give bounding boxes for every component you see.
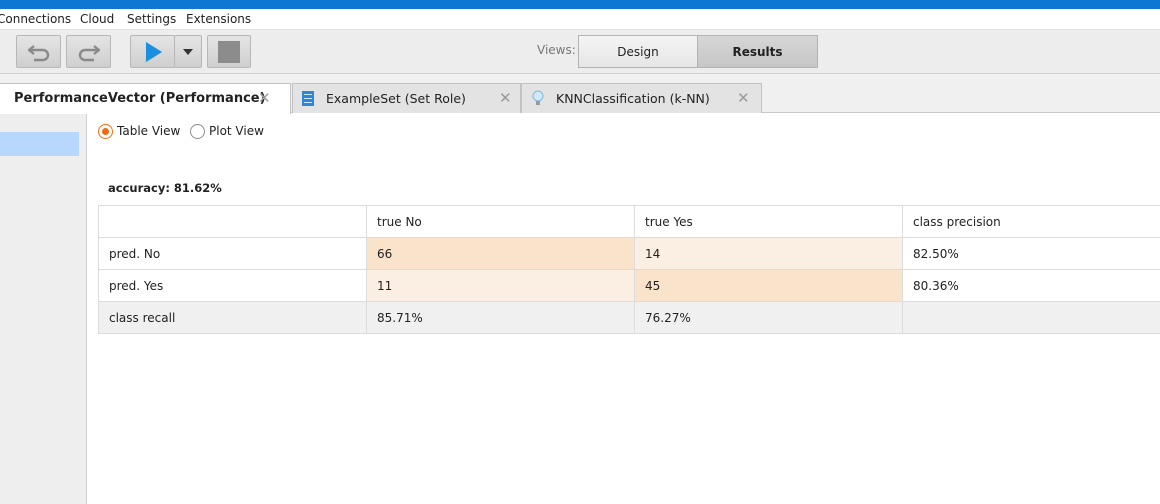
run-button[interactable] xyxy=(130,35,175,68)
header-cell: true No xyxy=(366,205,635,238)
menu-cloud[interactable]: Cloud xyxy=(80,12,114,26)
table-cell xyxy=(902,301,1160,334)
tab-performance-vector[interactable]: PerformanceVector (Performance) ✕ xyxy=(0,83,291,114)
row-label: pred. Yes xyxy=(98,269,367,302)
table-view-option[interactable]: Table View xyxy=(98,123,180,139)
table-cell: 85.71% xyxy=(366,301,635,334)
row-label: pred. No xyxy=(98,237,367,270)
radio-button[interactable] xyxy=(190,123,205,139)
plot-view-label: Plot View xyxy=(209,124,264,138)
redo-button[interactable] xyxy=(66,35,111,68)
table-row: pred. Yes 11 45 80.36% xyxy=(98,269,1160,302)
tab-example-set[interactable]: ExampleSet (Set Role) ✕ xyxy=(292,83,521,113)
close-icon[interactable]: ✕ xyxy=(258,89,271,107)
redo-icon xyxy=(78,44,100,61)
table-cell: 82.50% xyxy=(902,237,1160,270)
table-icon xyxy=(302,91,314,106)
table-cell: 76.27% xyxy=(634,301,903,334)
title-bar xyxy=(0,0,1160,9)
table-cell: 45 xyxy=(634,269,903,302)
lightbulb-icon xyxy=(532,90,544,105)
header-cell: true Yes xyxy=(634,205,903,238)
tab-knn-classification[interactable]: KNNClassification (k-NN) ✕ xyxy=(521,83,762,113)
header-cell: class precision xyxy=(902,205,1160,238)
table-row: class recall 85.71% 76.27% xyxy=(98,301,1160,334)
plot-view-option[interactable]: Plot View xyxy=(190,123,264,139)
menu-connections[interactable]: Connections xyxy=(0,12,71,26)
result-tabs: PerformanceVector (Performance) ✕ Exampl… xyxy=(0,74,1160,114)
dropdown-arrow-icon xyxy=(183,48,193,55)
toolbar: Views: Design Results xyxy=(0,30,1160,74)
menu-bar: Connections Cloud Settings Extensions xyxy=(0,9,1160,30)
table-cell: 11 xyxy=(366,269,635,302)
run-menu-button[interactable] xyxy=(174,35,202,68)
confusion-matrix-table: true No true Yes class precision pred. N… xyxy=(98,205,1160,334)
sidebar-selected-item[interactable] xyxy=(0,132,79,156)
close-icon[interactable]: ✕ xyxy=(499,89,512,107)
header-cell xyxy=(98,205,367,238)
table-view-label: Table View xyxy=(117,124,181,138)
results-view-button[interactable]: Results xyxy=(697,35,818,68)
play-icon xyxy=(145,41,162,62)
accuracy-label: accuracy: 81.62% xyxy=(108,181,222,195)
row-label: class recall xyxy=(98,301,367,334)
table-cell: 80.36% xyxy=(902,269,1160,302)
tab-label: PerformanceVector (Performance) xyxy=(14,91,266,106)
tab-label: ExampleSet (Set Role) xyxy=(326,91,466,106)
stop-icon xyxy=(218,40,240,63)
table-row: pred. No 66 14 82.50% xyxy=(98,237,1160,270)
design-view-button[interactable]: Design xyxy=(578,35,698,68)
stop-button[interactable] xyxy=(207,35,251,68)
table-cell: 14 xyxy=(634,237,903,270)
views-label: Views: xyxy=(537,43,576,57)
tab-label: KNNClassification (k-NN) xyxy=(556,91,710,106)
menu-extensions[interactable]: Extensions xyxy=(186,12,251,26)
undo-button[interactable] xyxy=(16,35,61,68)
menu-settings[interactable]: Settings xyxy=(127,12,176,26)
result-view-sidebar xyxy=(0,114,87,504)
close-icon[interactable]: ✕ xyxy=(737,89,750,107)
table-header-row: true No true Yes class precision xyxy=(98,205,1160,238)
undo-icon xyxy=(27,44,49,61)
table-cell: 66 xyxy=(366,237,635,270)
radio-button-selected[interactable] xyxy=(98,123,113,139)
